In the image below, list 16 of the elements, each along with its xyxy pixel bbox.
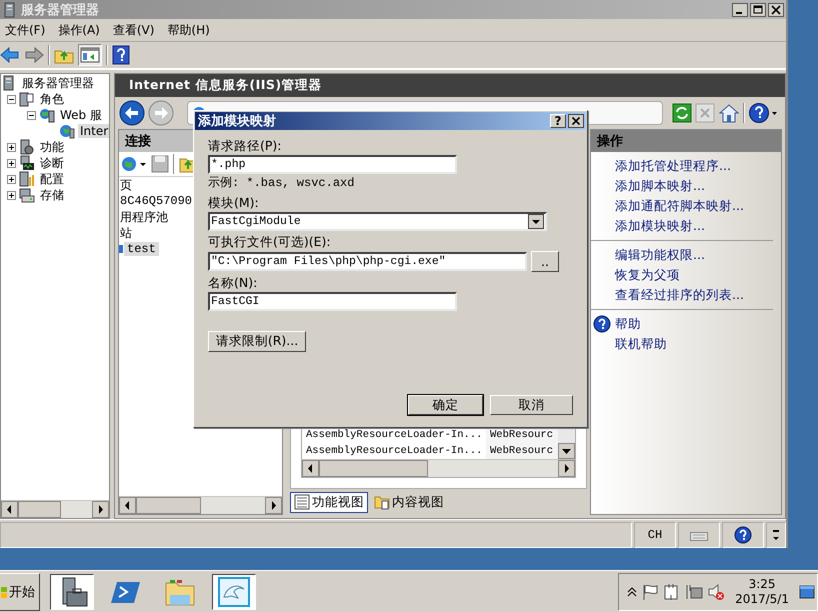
field-label: 模块(M): bbox=[208, 194, 260, 212]
language-indicator: CH bbox=[634, 522, 676, 548]
clock-time: 3:25 bbox=[748, 576, 776, 592]
dialog-title: 添加模块映射 bbox=[198, 113, 276, 130]
clock-date: 2017/5/1 bbox=[735, 592, 789, 606]
field-label: 名称(N): bbox=[208, 274, 258, 292]
table-cell: WebResourc bbox=[486, 443, 558, 459]
example-text: 示例: *.bas, wsvc.axd bbox=[208, 175, 356, 192]
panel-title: 操作 bbox=[597, 133, 623, 150]
window-title: 服务器管理器 bbox=[21, 2, 99, 18]
panel-title: Internet 信息服务(IIS)管理器 bbox=[129, 77, 322, 94]
field-label: 可执行文件(可选)(E): bbox=[208, 233, 332, 251]
table-cell-text: AssemblyResourceLoader-In... bbox=[305, 444, 484, 459]
field-label: 请求路径(P): bbox=[208, 137, 283, 155]
table-cell-text: AssemblyResourceLoader-In... bbox=[305, 428, 484, 443]
panel-title: 连接 bbox=[125, 132, 151, 150]
